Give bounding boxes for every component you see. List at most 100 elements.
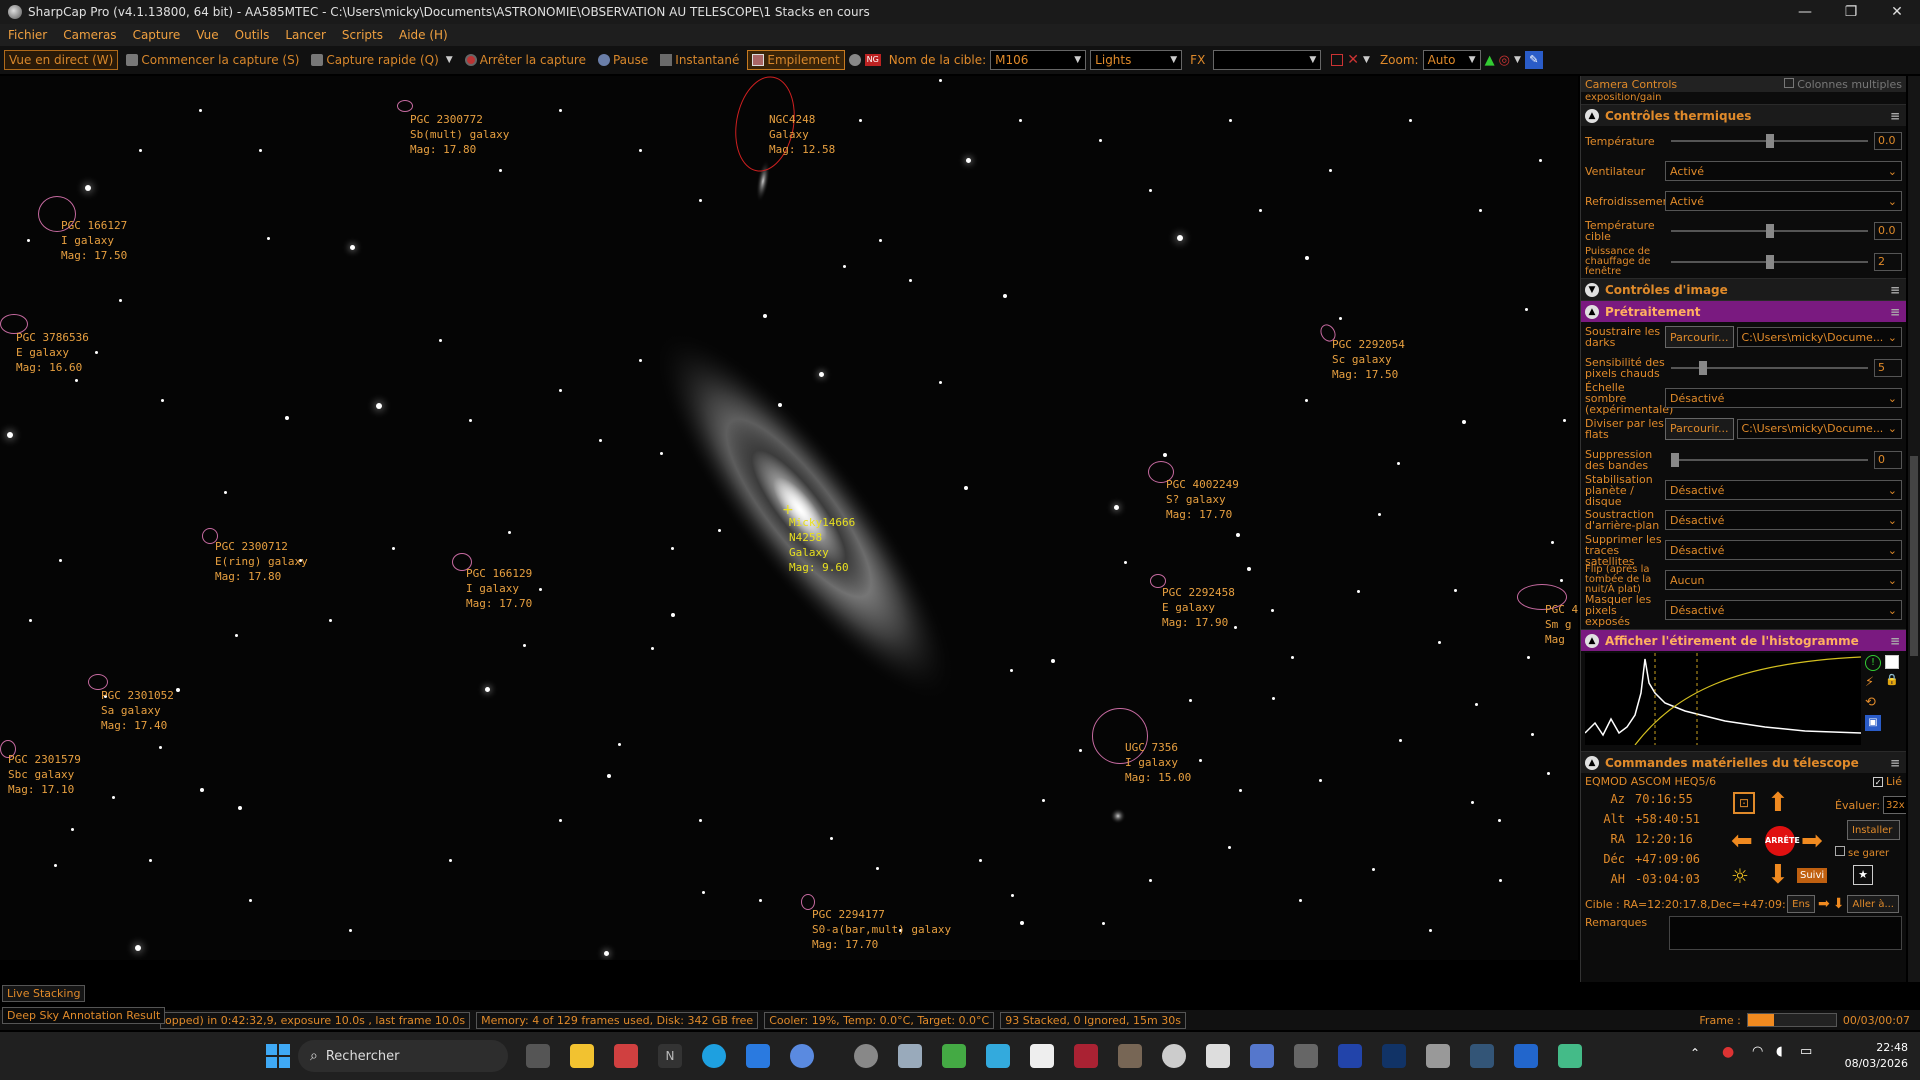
flip-select[interactable]: Aucun ⌄ xyxy=(1665,570,1902,590)
histogram-header[interactable]: ▲ Afficher l'étirement de l'histogramme ≡ xyxy=(1581,629,1906,651)
pause-button[interactable]: Pause xyxy=(594,51,652,69)
banding-slider[interactable] xyxy=(1671,452,1868,467)
goto-button[interactable]: Aller à... xyxy=(1847,895,1899,913)
app-icon[interactable] xyxy=(1074,1044,1098,1068)
histogram-icon[interactable]: ▲ xyxy=(1485,53,1495,68)
hot-pixels-slider[interactable] xyxy=(1671,360,1868,375)
arrow-left-icon[interactable]: ⬅ xyxy=(1731,828,1753,854)
roi-icon[interactable] xyxy=(1331,54,1344,66)
arrow-right-icon[interactable]: ➡ xyxy=(1801,828,1823,854)
chevron-down-icon[interactable]: ▼ xyxy=(446,55,453,65)
menu-lancer[interactable]: Lancer xyxy=(277,28,334,42)
app-icon[interactable] xyxy=(1514,1044,1538,1068)
tray-app-icon[interactable]: ● xyxy=(1722,1044,1734,1060)
arrow-down-icon[interactable]: ⬇ xyxy=(1767,862,1789,888)
stop-button[interactable]: ARRÊTE xyxy=(1765,826,1800,856)
sharpcap-icon[interactable] xyxy=(854,1044,878,1068)
chevron-down-icon[interactable]: ▼ xyxy=(1514,55,1521,65)
volume-icon[interactable]: ◖ xyxy=(1776,1044,1783,1059)
app-icon[interactable] xyxy=(1470,1044,1494,1068)
arrow-right-icon[interactable]: ➡ xyxy=(1818,896,1830,912)
panel-scrollbar[interactable] xyxy=(1908,76,1920,982)
notes-field[interactable] xyxy=(1669,916,1902,950)
tab-deep-sky-annotation[interactable]: Deep Sky Annotation Result xyxy=(2,1007,166,1024)
dark-scale-select[interactable]: Désactivé ⌄ xyxy=(1665,388,1902,408)
app-icon[interactable] xyxy=(1294,1044,1318,1068)
target-name-select[interactable]: M106 ▼ xyxy=(990,50,1087,70)
fx-select[interactable]: ▼ xyxy=(1213,50,1322,70)
app-icon[interactable] xyxy=(790,1044,814,1068)
minimize-button[interactable]: — xyxy=(1782,4,1828,20)
darks-browse-button[interactable]: Parcourir... xyxy=(1665,326,1734,348)
chevron-down-icon[interactable]: ▼ xyxy=(1363,55,1370,65)
app-icon[interactable] xyxy=(746,1044,770,1068)
save-icon[interactable]: ▣ xyxy=(1865,715,1881,731)
wifi-icon[interactable]: ◠ xyxy=(1752,1044,1763,1059)
app-icon[interactable] xyxy=(1030,1044,1054,1068)
menu-vue[interactable]: Vue xyxy=(188,28,226,42)
app-icon[interactable] xyxy=(986,1044,1010,1068)
lightning-icon[interactable]: ⚡ xyxy=(1865,675,1881,691)
ngc-icon[interactable]: NG xyxy=(864,54,881,66)
sat-trails-select[interactable]: Désactivé ⌄ xyxy=(1665,540,1902,560)
star-icon[interactable]: ★ xyxy=(1853,865,1873,885)
app-icon[interactable] xyxy=(1558,1044,1582,1068)
ens-button[interactable]: Ens xyxy=(1787,895,1816,913)
contrast-icon[interactable] xyxy=(1885,655,1899,669)
menu-icon[interactable]: ≡ xyxy=(1890,283,1900,297)
menu-outils[interactable]: Outils xyxy=(227,28,278,42)
temperature-slider[interactable] xyxy=(1671,134,1868,148)
rate-select[interactable]: 32x xyxy=(1883,796,1906,814)
app-icon[interactable] xyxy=(614,1044,638,1068)
tab-live-stacking[interactable]: Live Stacking xyxy=(2,985,86,1002)
slider-knob[interactable] xyxy=(1765,255,1774,269)
frame-type-select[interactable]: Lights ▼ xyxy=(1090,50,1183,70)
stabilization-select[interactable]: Désactivé ⌄ xyxy=(1665,480,1902,500)
menu-icon[interactable]: ≡ xyxy=(1890,109,1900,123)
stop-capture-button[interactable]: Arrêter la capture xyxy=(461,51,590,69)
auto-stretch-icon[interactable]: ! xyxy=(1865,655,1881,671)
multi-column-toggle[interactable]: Colonnes multiples xyxy=(1784,77,1902,91)
zoom-select[interactable]: Auto ▼ xyxy=(1422,50,1481,70)
slider-knob[interactable] xyxy=(1765,224,1774,238)
flats-browse-button[interactable]: Parcourir... xyxy=(1665,417,1734,440)
windows-start-icon[interactable] xyxy=(266,1044,290,1068)
flats-path-select[interactable]: C:\Users\micky\Docume... ⌄ xyxy=(1736,418,1902,439)
image-viewer[interactable]: + PGC 2300772 Sb(mult) galaxy Mag: 17.80… xyxy=(0,76,1578,960)
notion-icon[interactable]: N xyxy=(658,1044,682,1068)
app-icon[interactable] xyxy=(1250,1044,1274,1068)
edge-icon[interactable] xyxy=(702,1044,726,1068)
quick-capture-button[interactable]: Capture rapide (Q) ▼ xyxy=(307,51,456,69)
circle-icon[interactable] xyxy=(848,54,861,66)
reset-icon[interactable]: ⟲ xyxy=(1865,695,1881,711)
taskbar-search[interactable]: ⌕ Rechercher xyxy=(298,1040,508,1072)
target-temp-value[interactable]: 0.0 xyxy=(1874,222,1902,240)
menu-fichier[interactable]: Fichier xyxy=(0,28,55,42)
tracking-button[interactable]: Suivi xyxy=(1797,868,1828,883)
slider-knob[interactable] xyxy=(1765,134,1774,148)
preprocessing-header[interactable]: ▲ Prétraitement ≡ xyxy=(1581,300,1906,322)
hot-pixels-value[interactable]: 5 xyxy=(1874,358,1902,377)
start-capture-button[interactable]: Commencer la capture (S) xyxy=(122,51,303,69)
crosshair-icon[interactable]: ✕ xyxy=(1347,52,1359,68)
temperature-value[interactable]: 0.0 xyxy=(1874,132,1902,150)
task-view-icon[interactable] xyxy=(526,1044,550,1068)
menu-icon[interactable]: ≡ xyxy=(1890,756,1900,770)
nasa-icon[interactable] xyxy=(1382,1044,1406,1068)
bg-sub-select[interactable]: Désactivé ⌄ xyxy=(1665,510,1902,530)
menu-cameras[interactable]: Cameras xyxy=(55,28,124,42)
menu-scripts[interactable]: Scripts xyxy=(334,28,391,42)
menu-aide[interactable]: Aide (H) xyxy=(391,28,456,42)
heater-slider[interactable] xyxy=(1671,255,1868,269)
stacking-button[interactable]: Empilement xyxy=(747,50,845,70)
maximize-button[interactable]: ❐ xyxy=(1828,4,1874,20)
menu-icon[interactable]: ≡ xyxy=(1890,634,1900,648)
battery-icon[interactable]: ▭ xyxy=(1800,1044,1812,1059)
banding-value[interactable]: 0 xyxy=(1874,450,1902,469)
menu-capture[interactable]: Capture xyxy=(125,28,189,42)
linked-checkbox[interactable]: ✓ Lié xyxy=(1873,775,1902,788)
app-icon[interactable] xyxy=(1206,1044,1230,1068)
histogram-chart[interactable] xyxy=(1585,653,1861,745)
arrow-down-icon[interactable]: ⬇ xyxy=(1833,896,1845,912)
app-icon[interactable] xyxy=(1162,1044,1186,1068)
